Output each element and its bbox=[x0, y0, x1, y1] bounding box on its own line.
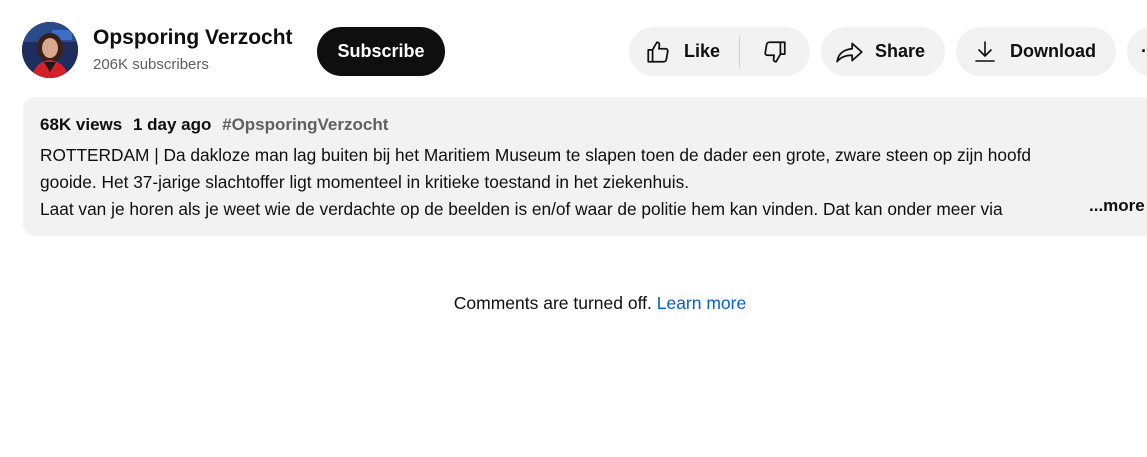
hashtag-link[interactable]: #OpsporingVerzocht bbox=[222, 115, 388, 134]
like-label: Like bbox=[684, 41, 721, 61]
view-count: 68K views bbox=[40, 115, 123, 134]
upload-date: 1 day ago bbox=[132, 115, 212, 134]
like-dislike-group: Like bbox=[629, 27, 810, 76]
subscriber-count: 206K subscribers bbox=[93, 56, 209, 73]
share-button[interactable]: Share bbox=[821, 27, 945, 76]
like-button[interactable]: Like bbox=[629, 27, 739, 76]
comments-status-text: Comments are turned off. bbox=[453, 293, 652, 313]
download-label: Download bbox=[1010, 41, 1096, 61]
more-actions-button[interactable]: ··· bbox=[1127, 27, 1147, 76]
share-label: Share bbox=[875, 41, 926, 61]
download-icon bbox=[974, 40, 996, 64]
description-meta: 68K views 1 day ago #OpsporingVerzocht bbox=[40, 115, 388, 135]
description-box[interactable]: 68K views 1 day ago #OpsporingVerzocht R… bbox=[23, 97, 1147, 236]
channel-name[interactable]: Opsporing Verzocht bbox=[93, 26, 293, 50]
video-owner-row: Opsporing Verzocht 206K subscribers Subs… bbox=[0, 0, 1147, 100]
comments-disabled-message: Comments are turned off. Learn more bbox=[0, 293, 1147, 314]
description-line-1: ROTTERDAM | Da dakloze man lag buiten bi… bbox=[40, 145, 1031, 165]
description-text: ROTTERDAM | Da dakloze man lag buiten bi… bbox=[40, 142, 1120, 223]
download-button[interactable]: Download bbox=[956, 27, 1116, 76]
thumbs-up-icon bbox=[645, 39, 671, 65]
learn-more-link[interactable]: Learn more bbox=[657, 293, 747, 313]
subscribe-button[interactable]: Subscribe bbox=[317, 27, 445, 76]
dislike-button[interactable] bbox=[740, 27, 810, 76]
channel-avatar[interactable] bbox=[22, 22, 78, 78]
thumbs-down-icon bbox=[762, 39, 788, 65]
more-actions-label: ··· bbox=[1141, 41, 1147, 61]
description-line-2: gooide. Het 37-jarige slachtoffer ligt m… bbox=[40, 172, 690, 192]
description-line-3: Laat van je horen als je weet wie de ver… bbox=[40, 196, 1085, 223]
share-arrow-icon bbox=[835, 39, 865, 65]
description-expand-button[interactable]: ...more bbox=[1089, 196, 1145, 216]
